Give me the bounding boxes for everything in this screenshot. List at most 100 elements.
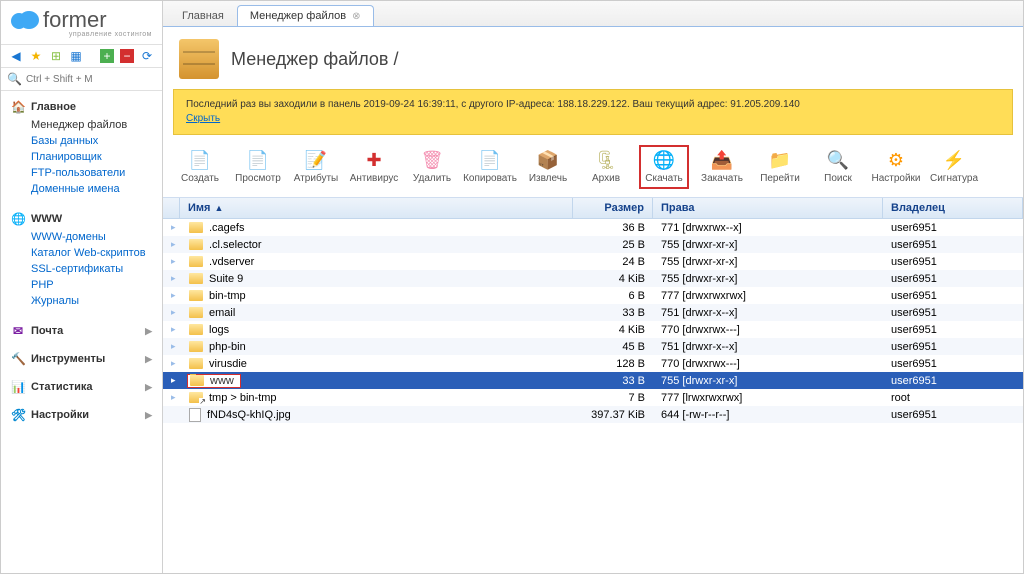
view-icon: 📄 — [247, 150, 269, 171]
file-perms: 755 [drwxr-xr-x] — [653, 239, 883, 251]
search-icon: 🔍 — [827, 150, 849, 171]
nav-section-почта[interactable]: ✉Почта▶ — [1, 321, 162, 341]
nav-item[interactable]: Планировщик — [1, 149, 162, 165]
expand-all-icon[interactable]: + — [100, 49, 114, 63]
table-row[interactable]: ▸ php-bin 45 B 751 [drwxr-x--x] user6951 — [163, 338, 1023, 355]
nav-item[interactable]: FTP-пользователи — [1, 165, 162, 181]
chevron-right-icon: ▶ — [145, 326, 152, 337]
last-login-notice: Последний раз вы заходили в панель 2019-… — [173, 89, 1013, 135]
nav-section-главное[interactable]: 🏠Главное — [1, 97, 162, 117]
sidebar: former управление хостингом ◀ ★ ⊞ ▦ + − … — [1, 1, 163, 573]
nav-item[interactable]: WWW-домены — [1, 229, 162, 245]
file-owner: user6951 — [883, 256, 1023, 268]
folder-icon — [189, 341, 203, 352]
nav-item[interactable]: Каталог Web-скриптов — [1, 245, 162, 261]
file-name: .cagefs — [209, 222, 244, 234]
file-owner: root — [883, 392, 1023, 404]
expand-toggle[interactable]: ▸ — [163, 341, 179, 352]
tool-label: Извлечь — [529, 173, 567, 184]
expand-toggle[interactable]: ▸ — [163, 222, 179, 233]
collapse-all-icon[interactable]: − — [120, 49, 134, 63]
table-row[interactable]: ▸ bin-tmp 6 B 777 [drwxrwxrwx] user6951 — [163, 287, 1023, 304]
table-row[interactable]: ▸ logs 4 KiB 770 [drwxrwx---] user6951 — [163, 321, 1023, 338]
brand-name: former — [43, 7, 107, 33]
signature-button[interactable]: ⚡Сигнатура — [929, 145, 979, 189]
expand-toggle[interactable]: ▸ — [163, 392, 179, 403]
chevron-right-icon: ▶ — [145, 382, 152, 393]
attrs-button[interactable]: 📝Атрибуты — [291, 145, 341, 189]
close-icon[interactable]: ⊗ — [352, 11, 360, 22]
grid-icon[interactable]: ▦ — [69, 49, 83, 63]
create-button[interactable]: 📄Создать — [175, 145, 225, 189]
upload-button[interactable]: 📤Закачать — [697, 145, 747, 189]
table-row[interactable]: ▸ .vdserver 24 B 755 [drwxr-xr-x] user69… — [163, 253, 1023, 270]
table-row[interactable]: ▸ .cl.selector 25 B 755 [drwxr-xr-x] use… — [163, 236, 1023, 253]
file-perms: 751 [drwxr-x--x] — [653, 307, 883, 319]
create-icon: 📄 — [189, 150, 211, 171]
table-row[interactable]: ▸ Suite 9 4 KiB 755 [drwxr-xr-x] user695… — [163, 270, 1023, 287]
expand-toggle[interactable]: ▸ — [163, 307, 179, 318]
search-input[interactable] — [26, 74, 156, 85]
nav-item[interactable]: Доменные имена — [1, 181, 162, 197]
col-size-header[interactable]: Размер — [573, 198, 653, 218]
col-perms-header[interactable]: Права — [653, 198, 883, 218]
table-row[interactable]: ▸ tmp > bin-tmp 7 B 777 [lrwxrwxrwx] roo… — [163, 389, 1023, 406]
expand-toggle[interactable]: ▸ — [163, 324, 179, 335]
extract-button[interactable]: 📦Извлечь — [523, 145, 573, 189]
tab-главная[interactable]: Главная — [169, 5, 237, 26]
sitemap-icon[interactable]: ⊞ — [49, 49, 63, 63]
nav-section-www[interactable]: 🌐WWW — [1, 209, 162, 229]
back-icon[interactable]: ◀ — [9, 49, 23, 63]
copy-button[interactable]: 📄Копировать — [465, 145, 515, 189]
nav-item[interactable]: Журналы — [1, 293, 162, 309]
delete-button[interactable]: 🗑Удалить — [407, 145, 457, 189]
file-size: 33 B — [573, 375, 653, 387]
action-toolbar: 📄Создать📄Просмотр📝Атрибуты✚Антивирус🗑Уда… — [163, 135, 1023, 197]
expand-toggle[interactable]: ▸ — [163, 290, 179, 301]
section-title: Главное — [31, 101, 76, 113]
archive-icon: 🗜 — [595, 150, 618, 171]
file-name: virusdie — [209, 358, 247, 370]
antivirus-button[interactable]: ✚Антивирус — [349, 145, 399, 189]
expand-toggle[interactable]: ▸ — [163, 273, 179, 284]
nav-item[interactable]: SSL-сертификаты — [1, 261, 162, 277]
view-button[interactable]: 📄Просмотр — [233, 145, 283, 189]
expand-toggle[interactable]: ▸ — [163, 256, 179, 267]
nav-section-инструменты[interactable]: 🔨Инструменты▶ — [1, 349, 162, 369]
search-button[interactable]: 🔍Поиск — [813, 145, 863, 189]
download-button[interactable]: 🌐Скачать — [639, 145, 689, 189]
search-icon: 🔍 — [7, 72, 22, 86]
tab-менеджер-файлов[interactable]: Менеджер файлов⊗ — [237, 5, 374, 26]
file-size: 4 KiB — [573, 273, 653, 285]
table-row[interactable]: ▸ .cagefs 36 B 771 [drwxrwx--x] user6951 — [163, 219, 1023, 236]
settings-button[interactable]: ⚙Настройки — [871, 145, 921, 189]
nav-item[interactable]: PHP — [1, 277, 162, 293]
tool-label: Скачать — [645, 173, 683, 184]
nav-item[interactable]: Менеджер файлов — [1, 117, 162, 133]
notice-hide-link[interactable]: Скрыть — [186, 113, 220, 124]
col-owner-header[interactable]: Владелец — [883, 198, 1023, 218]
star-icon[interactable]: ★ — [29, 49, 43, 63]
refresh-icon[interactable]: ⟳ — [140, 49, 154, 63]
file-owner: user6951 — [883, 375, 1023, 387]
table-row[interactable]: ▸ email 33 B 751 [drwxr-x--x] user6951 — [163, 304, 1023, 321]
nav-section-настройки[interactable]: 🛠Настройки▶ — [1, 405, 162, 425]
tabs-bar: ГлавнаяМенеджер файлов⊗ — [163, 1, 1023, 27]
expand-toggle[interactable]: ▸ — [163, 239, 179, 250]
expand-toggle[interactable]: ▸ — [163, 358, 179, 369]
section-title: Почта — [31, 325, 63, 337]
page-title: Менеджер файлов / — [231, 49, 398, 70]
nav-item[interactable]: Базы данных — [1, 133, 162, 149]
left-toolbar: ◀ ★ ⊞ ▦ + − ⟳ — [1, 45, 162, 68]
nav-section-статистика[interactable]: 📊Статистика▶ — [1, 377, 162, 397]
col-name-header[interactable]: Имя ▲ — [180, 198, 573, 218]
file-owner: user6951 — [883, 273, 1023, 285]
goto-button[interactable]: 📁Перейти — [755, 145, 805, 189]
file-owner: user6951 — [883, 290, 1023, 302]
expand-toggle[interactable]: ▸ — [163, 375, 179, 386]
table-row[interactable]: ▸ virusdie 128 B 770 [drwxrwx---] user69… — [163, 355, 1023, 372]
archive-button[interactable]: 🗜Архив — [581, 145, 631, 189]
table-row[interactable]: ▸ www 33 B 755 [drwxr-xr-x] user6951 — [163, 372, 1023, 389]
file-grid: Имя ▲ Размер Права Владелец ▸ .cagefs 36… — [163, 197, 1023, 573]
table-row[interactable]: fND4sQ-khIQ.jpg 397.37 KiB 644 [-rw-r--r… — [163, 406, 1023, 423]
